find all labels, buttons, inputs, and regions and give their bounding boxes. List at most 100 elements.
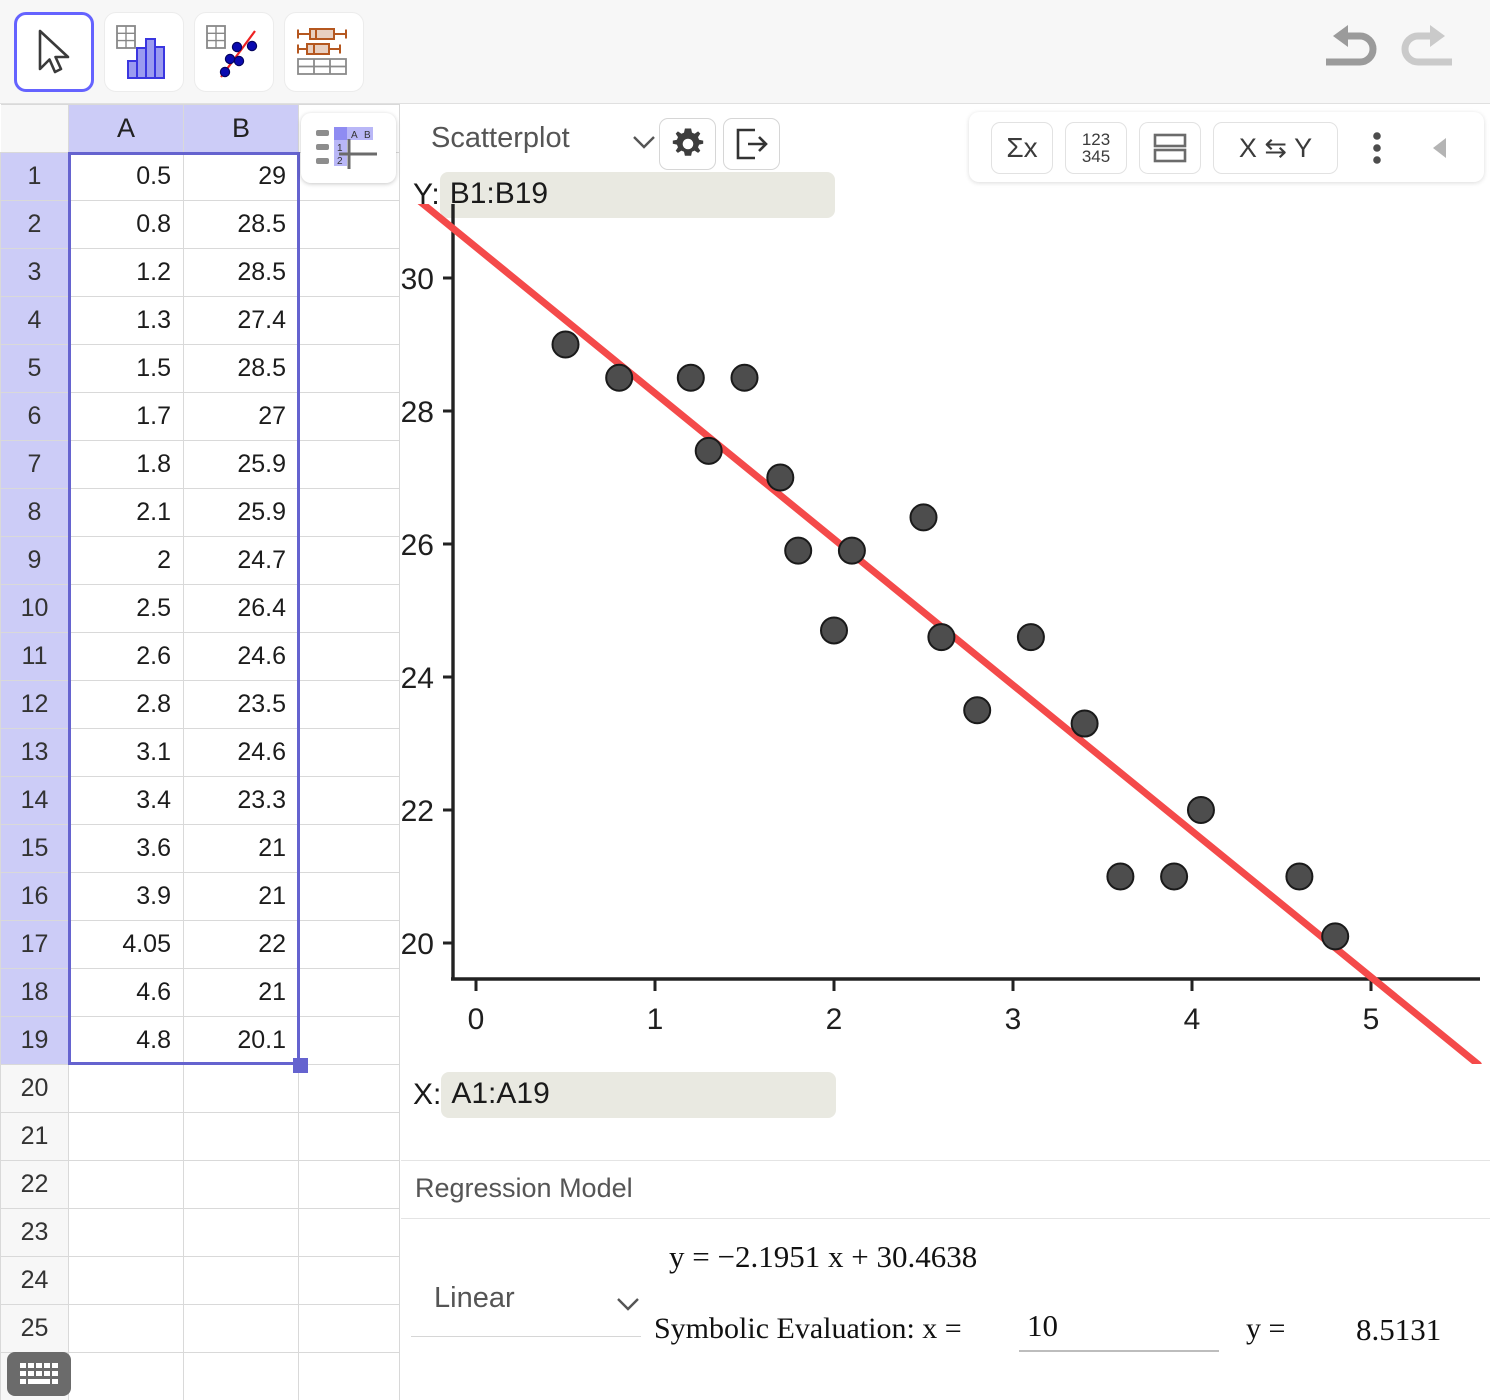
- cell-a7[interactable]: 1.8: [68, 440, 184, 489]
- cell-a19[interactable]: 4.8: [68, 1016, 184, 1065]
- table-row[interactable]: 23: [0, 1208, 399, 1257]
- table-row[interactable]: 24: [0, 1256, 399, 1305]
- data-point[interactable]: [837, 536, 866, 565]
- cell-a4[interactable]: 1.3: [68, 296, 184, 345]
- data-point[interactable]: [730, 363, 759, 392]
- column-header-b[interactable]: B: [183, 104, 299, 153]
- data-point[interactable]: [1321, 922, 1350, 951]
- data-point[interactable]: [1106, 862, 1135, 891]
- table-row[interactable]: 10 2.5 26.4: [0, 584, 399, 633]
- table-row[interactable]: 4 1.3 27.4: [0, 296, 399, 345]
- cell-b17[interactable]: 22: [183, 920, 299, 969]
- cell-b9[interactable]: 24.7: [183, 536, 299, 585]
- cell-a17[interactable]: 4.05: [68, 920, 184, 969]
- table-row[interactable]: 7 1.8 25.9: [0, 440, 399, 489]
- cell-c14[interactable]: [298, 776, 399, 825]
- data-point[interactable]: [551, 330, 580, 359]
- cell-a2[interactable]: 0.8: [68, 200, 184, 249]
- cell-a14[interactable]: 3.4: [68, 776, 184, 825]
- cell-c7[interactable]: [298, 440, 399, 489]
- table-row[interactable]: 25: [0, 1304, 399, 1353]
- cell-a20[interactable]: [68, 1064, 184, 1113]
- chevron-down-icon[interactable]: [613, 1294, 643, 1314]
- cell-b1[interactable]: 29: [183, 152, 299, 201]
- table-row[interactable]: 22: [0, 1160, 399, 1209]
- data-point[interactable]: [676, 363, 705, 392]
- cell-c15[interactable]: [298, 824, 399, 873]
- cell-b23[interactable]: [183, 1208, 299, 1257]
- row-header[interactable]: 20: [0, 1064, 69, 1113]
- cell-a12[interactable]: 2.8: [68, 680, 184, 729]
- cell-b13[interactable]: 24.6: [183, 728, 299, 777]
- export-button[interactable]: [723, 118, 780, 170]
- table-row[interactable]: 18 4.6 21: [0, 968, 399, 1017]
- cell-c12[interactable]: [298, 680, 399, 729]
- cell-c3[interactable]: [298, 248, 399, 297]
- row-header[interactable]: 3: [0, 248, 69, 297]
- table-row[interactable]: 19 4.8 20.1: [0, 1016, 399, 1065]
- row-header[interactable]: 10: [0, 584, 69, 633]
- table-row[interactable]: 5 1.5 28.5: [0, 344, 399, 393]
- multiple-variable-analysis-tool[interactable]: [284, 12, 364, 92]
- plot-type-selector[interactable]: Scatterplot: [431, 122, 570, 155]
- cell-b24[interactable]: [183, 1256, 299, 1305]
- cell-c16[interactable]: [298, 872, 399, 921]
- cell-c18[interactable]: [298, 968, 399, 1017]
- cell-b6[interactable]: 27: [183, 392, 299, 441]
- cell-c24[interactable]: [298, 1256, 399, 1305]
- virtual-keyboard-button[interactable]: [7, 1352, 71, 1396]
- cell-a8[interactable]: 2.1: [68, 488, 184, 537]
- table-row[interactable]: 2 0.8 28.5: [0, 200, 399, 249]
- redo-button[interactable]: [1394, 22, 1460, 80]
- cell-c19[interactable]: [298, 1016, 399, 1065]
- cell-b12[interactable]: 23.5: [183, 680, 299, 729]
- cell-c10[interactable]: [298, 584, 399, 633]
- data-point[interactable]: [927, 623, 956, 652]
- chevron-down-icon[interactable]: [629, 132, 659, 152]
- cell-b15[interactable]: 21: [183, 824, 299, 873]
- cell-a21[interactable]: [68, 1112, 184, 1161]
- data-table-button[interactable]: 123 345: [1065, 122, 1127, 174]
- row-header[interactable]: 17: [0, 920, 69, 969]
- table-row[interactable]: 16 3.9 21: [0, 872, 399, 921]
- table-row[interactable]: 6 1.7 27: [0, 392, 399, 441]
- cell-c5[interactable]: [298, 344, 399, 393]
- cell-b16[interactable]: 21: [183, 872, 299, 921]
- cell-c23[interactable]: [298, 1208, 399, 1257]
- cell-a22[interactable]: [68, 1160, 184, 1209]
- scatterplot-chart[interactable]: 20 22 24 26 28 30 0 1 2 3 4 5: [401, 204, 1490, 1064]
- cell-a16[interactable]: 3.9: [68, 872, 184, 921]
- cell-b11[interactable]: 24.6: [183, 632, 299, 681]
- cell-a18[interactable]: 4.6: [68, 968, 184, 1017]
- cell-b2[interactable]: 28.5: [183, 200, 299, 249]
- two-variable-regression-analysis-tool[interactable]: [194, 12, 274, 92]
- cell-a10[interactable]: 2.5: [68, 584, 184, 633]
- cell-c4[interactable]: [298, 296, 399, 345]
- row-header[interactable]: 5: [0, 344, 69, 393]
- cell-c2[interactable]: [298, 200, 399, 249]
- cell-b3[interactable]: 28.5: [183, 248, 299, 297]
- symbolic-x-input[interactable]: [1019, 1304, 1219, 1352]
- settings-button[interactable]: [659, 118, 716, 170]
- undo-button[interactable]: [1318, 22, 1384, 80]
- cell-a13[interactable]: 3.1: [68, 728, 184, 777]
- row-header[interactable]: 8: [0, 488, 69, 537]
- data-point[interactable]: [605, 363, 634, 392]
- row-header[interactable]: 18: [0, 968, 69, 1017]
- collapse-panel-button[interactable]: [1414, 122, 1466, 174]
- cell-c21[interactable]: [298, 1112, 399, 1161]
- table-row[interactable]: 11 2.6 24.6: [0, 632, 399, 681]
- swap-xy-button[interactable]: X ⇆ Y: [1213, 122, 1338, 174]
- row-header[interactable]: 16: [0, 872, 69, 921]
- data-point[interactable]: [1285, 862, 1314, 891]
- cell-b8[interactable]: 25.9: [183, 488, 299, 537]
- data-point[interactable]: [694, 436, 723, 465]
- data-point[interactable]: [963, 696, 992, 725]
- cell-b18[interactable]: 21: [183, 968, 299, 1017]
- cell-b4[interactable]: 27.4: [183, 296, 299, 345]
- row-header[interactable]: 6: [0, 392, 69, 441]
- pointer-tool[interactable]: [14, 12, 94, 92]
- two-panel-layout-button[interactable]: [1139, 122, 1201, 174]
- row-header[interactable]: 12: [0, 680, 69, 729]
- table-row[interactable]: 9 2 24.7: [0, 536, 399, 585]
